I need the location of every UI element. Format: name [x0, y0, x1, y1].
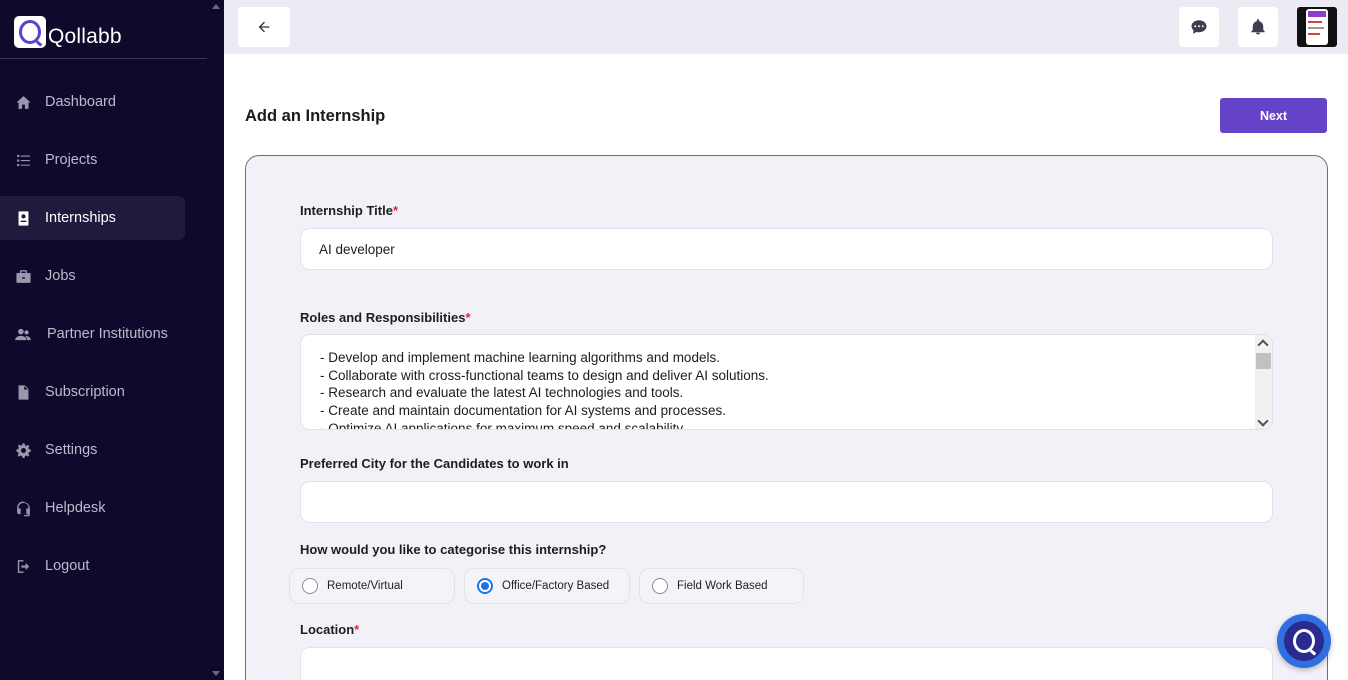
sidebar-item-label: Jobs [45, 268, 76, 284]
radio-button-checked[interactable] [477, 578, 493, 594]
briefcase-icon [13, 266, 33, 286]
scroll-up-icon[interactable] [1257, 339, 1269, 351]
brand-name: Qollabb [48, 25, 122, 48]
internship-title-label: Internship Title* [300, 203, 398, 218]
home-icon [13, 92, 33, 112]
badge-icon [13, 208, 33, 228]
page-title: Add an Internship [245, 107, 386, 125]
sidebar-scrollbar[interactable] [208, 0, 224, 680]
support-chat-button[interactable] [1277, 614, 1331, 668]
preferred-city-input[interactable] [300, 481, 1273, 523]
messages-button[interactable] [1179, 7, 1219, 47]
avatar[interactable] [1297, 7, 1337, 47]
location-label: Location* [300, 622, 359, 637]
users-icon [13, 324, 33, 344]
gear-icon [13, 440, 33, 460]
qollabb-logo-icon [14, 16, 46, 48]
category-option-field[interactable]: Field Work Based [639, 568, 804, 604]
sidebar-item-label: Settings [45, 442, 98, 458]
bell-icon [1251, 19, 1265, 35]
sidebar-item-label: Partner Institutions [47, 326, 168, 342]
qollabb-chat-icon [1284, 621, 1324, 661]
chat-icon [1191, 20, 1207, 34]
category-option-office[interactable]: Office/Factory Based [464, 568, 630, 604]
scroll-up-arrow-icon[interactable] [212, 4, 220, 9]
headset-icon [13, 498, 33, 518]
sidebar-item-label: Projects [45, 152, 98, 168]
location-input[interactable] [300, 647, 1273, 680]
sidebar-item-logout[interactable]: Logout [0, 544, 185, 588]
sidebar-item-jobs[interactable]: Jobs [0, 254, 185, 298]
roles-text: - Develop and implement machine learning… [320, 350, 769, 430]
label-text: Internship Title [300, 203, 393, 218]
scroll-down-arrow-icon[interactable] [212, 671, 220, 676]
sidebar-item-internships[interactable]: Internships [0, 196, 185, 240]
textarea-scrollbar[interactable] [1255, 335, 1272, 429]
option-label: Remote/Virtual [327, 580, 403, 592]
preferred-city-label: Preferred City for the Candidates to wor… [300, 456, 569, 471]
required-marker: * [392, 203, 398, 218]
required-marker: * [354, 622, 360, 637]
notifications-button[interactable] [1238, 7, 1278, 47]
sidebar-item-settings[interactable]: Settings [0, 428, 185, 472]
next-button[interactable]: Next [1220, 98, 1327, 133]
radio-button[interactable] [652, 578, 668, 594]
scroll-thumb[interactable] [1256, 353, 1271, 369]
sidebar-item-helpdesk[interactable]: Helpdesk [0, 486, 185, 530]
roles-textarea[interactable]: - Develop and implement machine learning… [300, 334, 1273, 430]
sidebar-item-projects[interactable]: Projects [0, 138, 185, 182]
required-marker: * [465, 310, 471, 325]
sidebar-item-label: Subscription [45, 384, 125, 400]
category-option-remote[interactable]: Remote/Virtual [289, 568, 455, 604]
sidebar-item-label: Logout [45, 558, 90, 574]
option-label: Field Work Based [677, 580, 768, 592]
file-dollar-icon [13, 382, 33, 402]
radio-button[interactable] [302, 578, 318, 594]
roles-label: Roles and Responsibilities* [300, 310, 471, 325]
category-label: How would you like to categorise this in… [300, 542, 607, 557]
sidebar-item-subscription[interactable]: Subscription [0, 370, 185, 414]
sidebar-item-label: Dashboard [45, 94, 116, 110]
label-text: Location [300, 622, 355, 637]
list-icon [13, 150, 33, 170]
sidebar-item-label: Internships [45, 210, 116, 226]
internship-title-input[interactable]: AI developer [300, 228, 1273, 270]
sidebar-item-label: Helpdesk [45, 500, 106, 516]
back-button[interactable] [238, 7, 290, 47]
scroll-down-icon[interactable] [1257, 415, 1269, 427]
sidebar: Qollabb Dashboard Projects Internships J… [0, 0, 224, 680]
option-label: Office/Factory Based [502, 580, 610, 592]
arrow-left-icon [258, 21, 270, 33]
sidebar-item-partner-institutions[interactable]: Partner Institutions [0, 312, 185, 356]
sidebar-divider [0, 58, 207, 59]
sidebar-item-dashboard[interactable]: Dashboard [0, 80, 185, 124]
logout-icon [13, 556, 33, 576]
brand[interactable]: Qollabb [14, 16, 122, 48]
label-text: Roles and Responsibilities [300, 310, 466, 325]
topbar [224, 0, 1348, 54]
